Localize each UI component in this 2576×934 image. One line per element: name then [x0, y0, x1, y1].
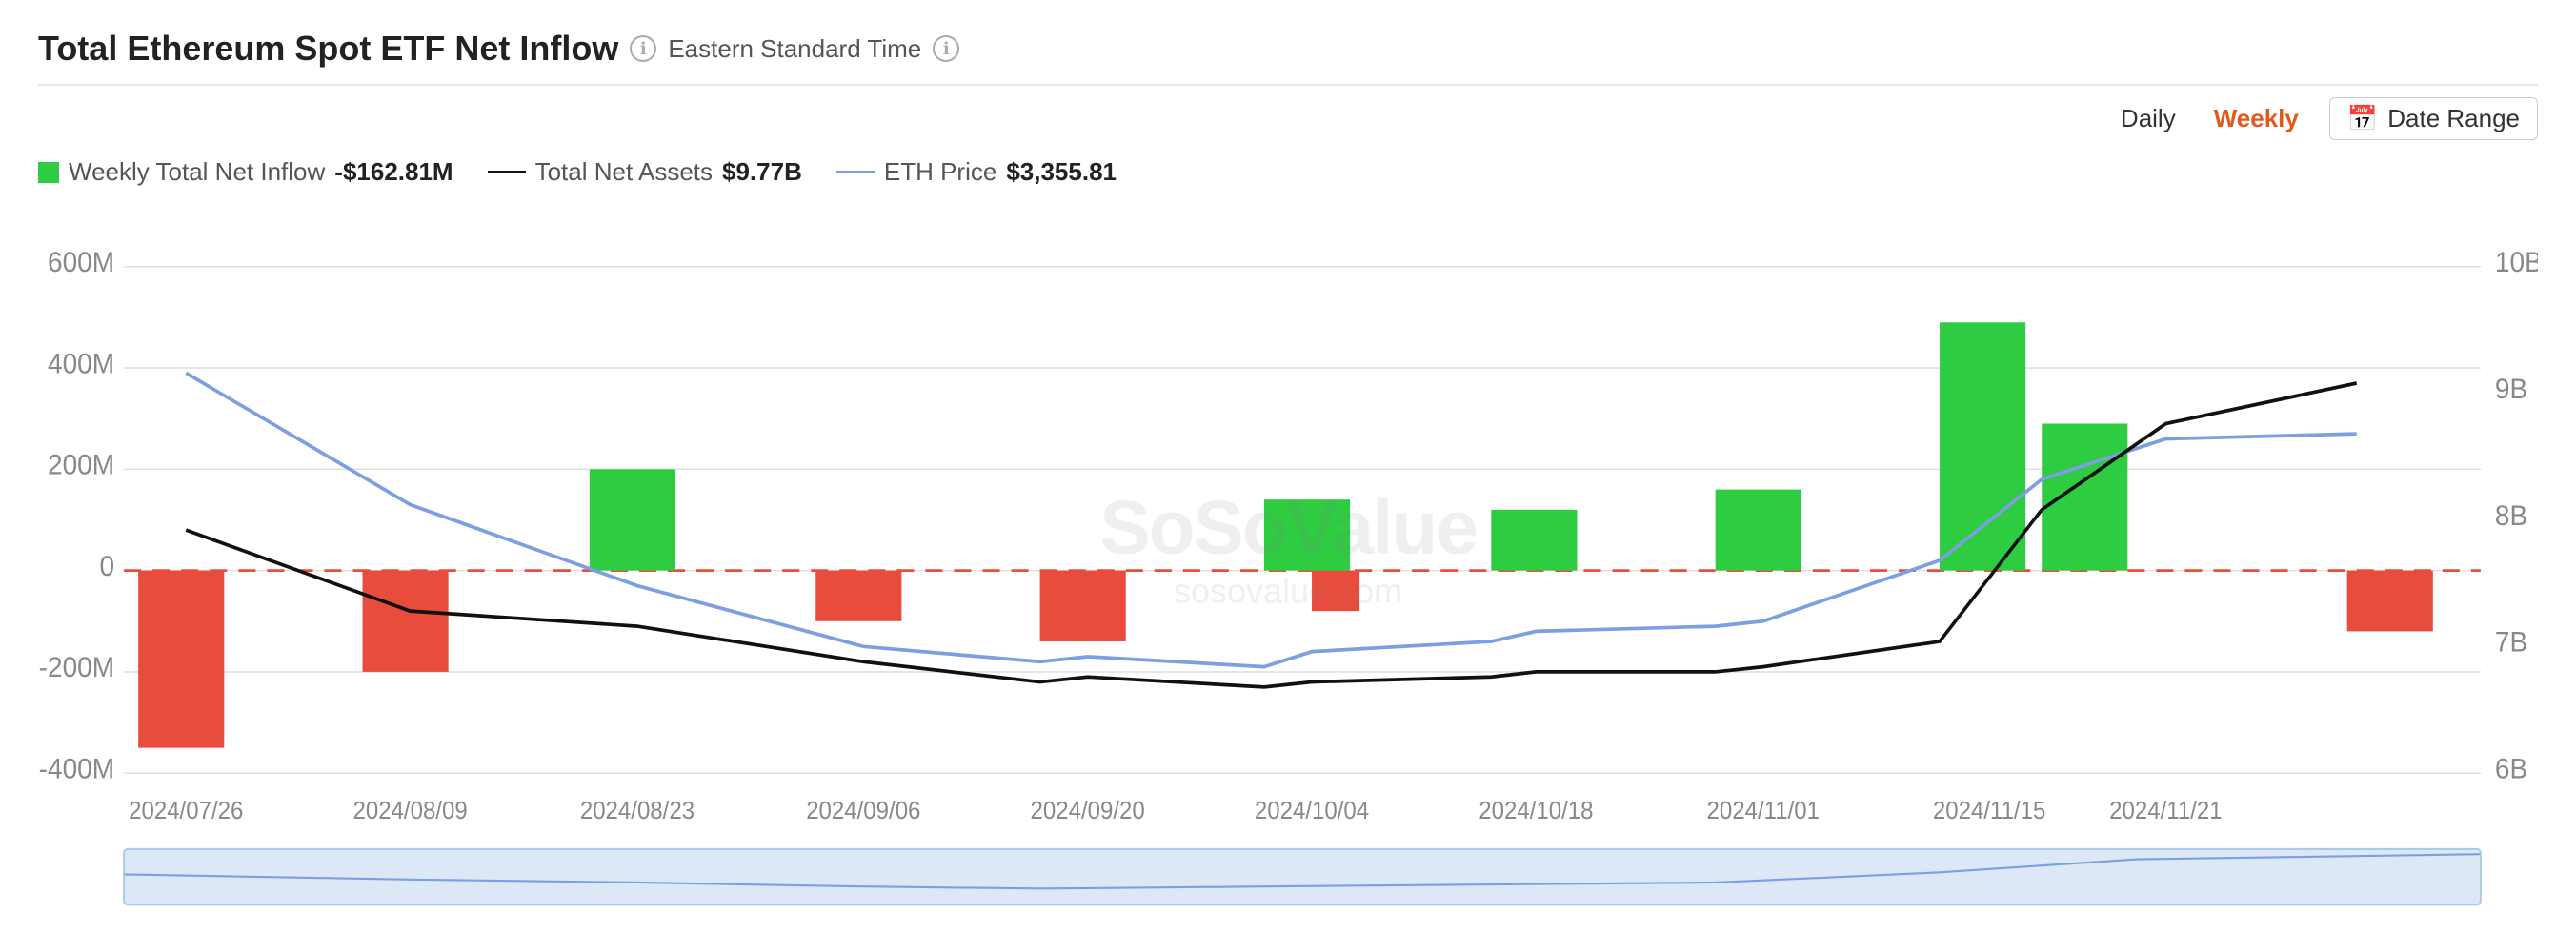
chart-svg: 600M 400M 200M 0 -200M -400M 10B 9B 8B 7… — [38, 206, 2538, 915]
svg-text:-400M: -400M — [39, 754, 114, 785]
page-title: Total Ethereum Spot ETF Net Inflow — [38, 29, 618, 69]
bar-8 — [1716, 490, 1801, 571]
assets-legend-label: Total Net Assets — [535, 157, 713, 187]
bar-7 — [1491, 510, 1577, 571]
svg-text:0: 0 — [100, 551, 115, 582]
inflow-legend-icon — [38, 162, 59, 183]
range-slider-bg[interactable] — [124, 849, 2481, 904]
svg-text:600M: 600M — [48, 247, 114, 278]
assets-legend-value: $9.77B — [722, 157, 802, 187]
date-range-button[interactable]: 📅 Date Range — [2329, 97, 2538, 140]
weekly-toggle[interactable]: Weekly — [2206, 100, 2306, 137]
svg-text:10B: 10B — [2495, 247, 2538, 278]
svg-text:2024/09/20: 2024/09/20 — [1031, 798, 1145, 824]
svg-text:8B: 8B — [2495, 500, 2527, 532]
bar-5 — [1040, 571, 1126, 641]
legend-item-inflow: Weekly Total Net Inflow -$162.81M — [38, 157, 453, 187]
svg-text:2024/08/23: 2024/08/23 — [580, 798, 694, 824]
svg-text:2024/09/06: 2024/09/06 — [806, 798, 920, 824]
bar-4 — [815, 571, 901, 621]
bar-11 — [2347, 571, 2433, 632]
date-range-label: Date Range — [2387, 104, 2520, 133]
bar-6 — [1264, 499, 1350, 570]
eth-legend-label: ETH Price — [884, 157, 996, 187]
assets-legend-line — [488, 171, 526, 173]
bar-10 — [2042, 424, 2127, 571]
svg-text:2024/11/15: 2024/11/15 — [1933, 798, 2045, 824]
calendar-icon: 📅 — [2347, 104, 2378, 133]
svg-text:2024/11/01: 2024/11/01 — [1707, 798, 1820, 824]
svg-text:2024/08/09: 2024/08/09 — [352, 798, 467, 824]
legend-item-assets: Total Net Assets $9.77B — [488, 157, 802, 187]
svg-text:400M: 400M — [48, 349, 114, 380]
eth-legend-line — [836, 171, 875, 173]
inflow-legend-value: -$162.81M — [334, 157, 453, 187]
bar-9 — [1940, 322, 2025, 570]
svg-text:6B: 6B — [2495, 754, 2527, 785]
eth-legend-value: $3,355.81 — [1006, 157, 1117, 187]
title-info-icon[interactable]: ℹ — [630, 35, 656, 62]
svg-text:2024/10/04: 2024/10/04 — [1255, 798, 1369, 824]
bar-1 — [138, 571, 224, 748]
timezone-label: Eastern Standard Time — [668, 34, 921, 64]
chart-legend: Weekly Total Net Inflow -$162.81M Total … — [38, 157, 2538, 187]
header-divider — [38, 84, 2538, 86]
chart-container: SoSoValue sosovalue.com 600M 400M 200M 0… — [38, 206, 2538, 915]
bar-3 — [590, 469, 675, 570]
svg-text:2024/07/26: 2024/07/26 — [129, 798, 243, 824]
svg-text:-200M: -200M — [39, 652, 114, 683]
toolbar: Daily Weekly 📅 Date Range — [38, 97, 2538, 140]
timezone-info-icon[interactable]: ℹ — [933, 35, 959, 62]
time-toggle-group: Daily Weekly — [2113, 100, 2306, 137]
bar-2 — [363, 571, 449, 672]
daily-toggle[interactable]: Daily — [2113, 100, 2184, 137]
svg-text:9B: 9B — [2495, 374, 2527, 405]
svg-text:2024/11/21: 2024/11/21 — [2109, 798, 2222, 824]
svg-text:7B: 7B — [2495, 627, 2527, 659]
svg-text:200M: 200M — [48, 450, 114, 481]
svg-text:2024/10/18: 2024/10/18 — [1479, 798, 1593, 824]
bar-12 — [1312, 571, 1359, 612]
inflow-legend-label: Weekly Total Net Inflow — [69, 157, 325, 187]
legend-item-eth: ETH Price $3,355.81 — [836, 157, 1117, 187]
